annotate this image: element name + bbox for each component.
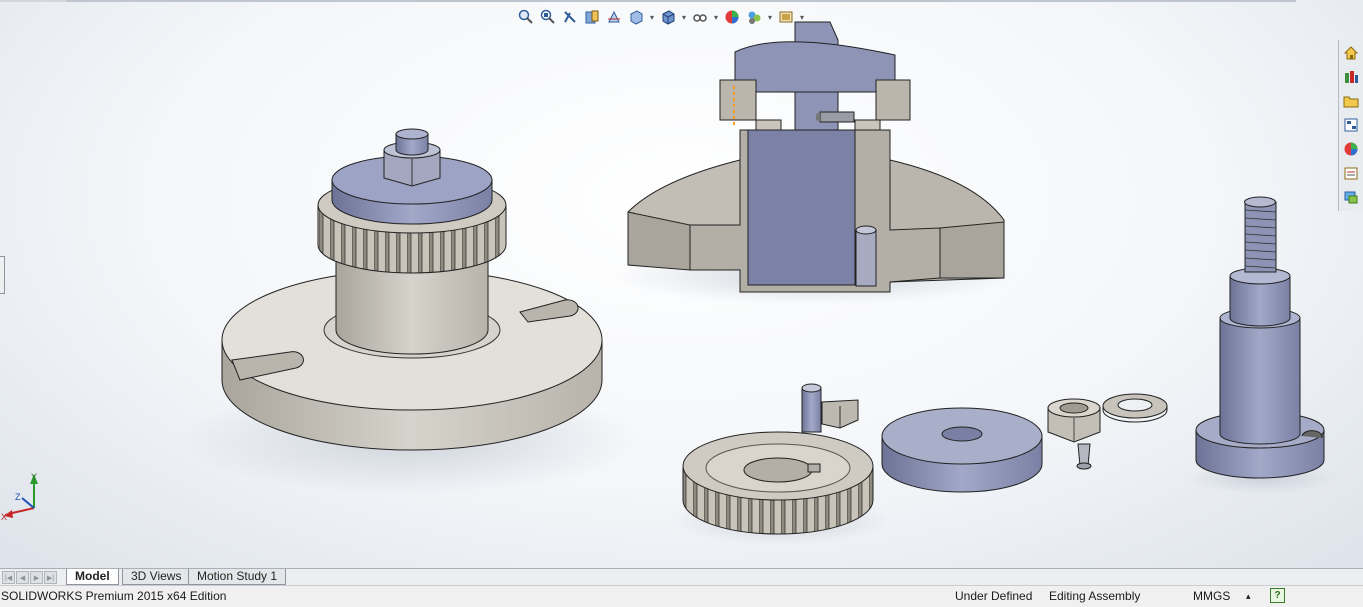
zoom-to-area-icon[interactable] <box>538 7 558 27</box>
triad-x-label: X <box>1 512 7 522</box>
view-settings-icon[interactable] <box>776 7 796 27</box>
part-screw[interactable] <box>1076 443 1092 470</box>
design-library-icon[interactable] <box>1341 67 1361 87</box>
part-washer[interactable] <box>1102 393 1168 423</box>
chevron-down-icon[interactable]: ▾ <box>648 13 656 22</box>
appearances-scenes-icon[interactable] <box>1341 139 1361 159</box>
part-shaft[interactable] <box>1187 196 1337 494</box>
feature-manager-toggle[interactable] <box>0 256 5 294</box>
file-explorer-icon[interactable] <box>1341 91 1361 111</box>
graphics-area[interactable]: Y X Z ▾ ▾ ▾ ▾ ▾ <box>0 0 1363 568</box>
units-chevron-icon[interactable]: ▴ <box>1246 591 1251 602</box>
apply-scene-icon[interactable] <box>744 7 764 27</box>
solidworks-forum-icon[interactable] <box>1341 187 1361 207</box>
next-tab-icon[interactable]: ▶ <box>30 571 43 584</box>
status-bar: SOLIDWORKS Premium 2015 x64 Edition Unde… <box>0 585 1363 607</box>
chevron-down-icon[interactable]: ▾ <box>798 13 806 22</box>
previous-tab-icon[interactable]: ◀ <box>16 571 29 584</box>
part-pin[interactable] <box>801 383 822 433</box>
display-style-icon[interactable] <box>658 7 678 27</box>
unit-system[interactable]: MMGS <box>1193 589 1230 603</box>
help-icon[interactable]: ? <box>1270 588 1285 603</box>
tab-3d-views[interactable]: 3D Views <box>122 569 191 585</box>
view-orientation-icon[interactable] <box>626 7 646 27</box>
product-name: SOLIDWORKS Premium 2015 x64 Edition <box>1 589 227 603</box>
edit-mode-status: Editing Assembly <box>1049 589 1141 603</box>
part-key[interactable] <box>821 399 859 429</box>
solidworks-resources-icon[interactable] <box>1341 43 1361 63</box>
assembly-section-view[interactable] <box>615 21 1015 305</box>
triad-z-label: Z <box>15 492 21 502</box>
assembly-gear-base[interactable] <box>180 128 640 495</box>
orientation-triad: Y X Z <box>1 472 38 522</box>
task-pane <box>1338 40 1363 211</box>
part-cap-disk[interactable] <box>881 407 1043 493</box>
last-tab-icon[interactable]: ▶| <box>44 571 57 584</box>
heads-up-view-toolbar: ▾ ▾ ▾ ▾ ▾ <box>516 5 806 29</box>
chevron-down-icon[interactable]: ▾ <box>680 13 688 22</box>
definition-status: Under Defined <box>955 589 1033 603</box>
chevron-down-icon[interactable]: ▾ <box>712 13 720 22</box>
tab-model[interactable]: Model <box>66 569 119 585</box>
part-nut[interactable] <box>1047 398 1101 443</box>
first-tab-icon[interactable]: |◀ <box>2 571 15 584</box>
bottom-tab-bar: |◀ ◀ ▶ ▶| Model 3D Views Motion Study 1 <box>0 568 1363 585</box>
edit-appearance-icon[interactable] <box>722 7 742 27</box>
previous-view-icon[interactable] <box>560 7 580 27</box>
chevron-down-icon[interactable]: ▾ <box>766 13 774 22</box>
model-scene[interactable]: Y X Z <box>0 0 1363 568</box>
triad-y-label: Y <box>31 472 37 482</box>
zoom-to-fit-icon[interactable] <box>516 7 536 27</box>
tab-motion-study-1[interactable]: Motion Study 1 <box>188 569 287 585</box>
hide-show-items-icon[interactable] <box>690 7 710 27</box>
custom-properties-icon[interactable] <box>1341 163 1361 183</box>
part-gear[interactable] <box>670 431 890 545</box>
dynamic-annotation-icon[interactable] <box>604 7 624 27</box>
section-view-icon[interactable] <box>582 7 602 27</box>
view-palette-icon[interactable] <box>1341 115 1361 135</box>
